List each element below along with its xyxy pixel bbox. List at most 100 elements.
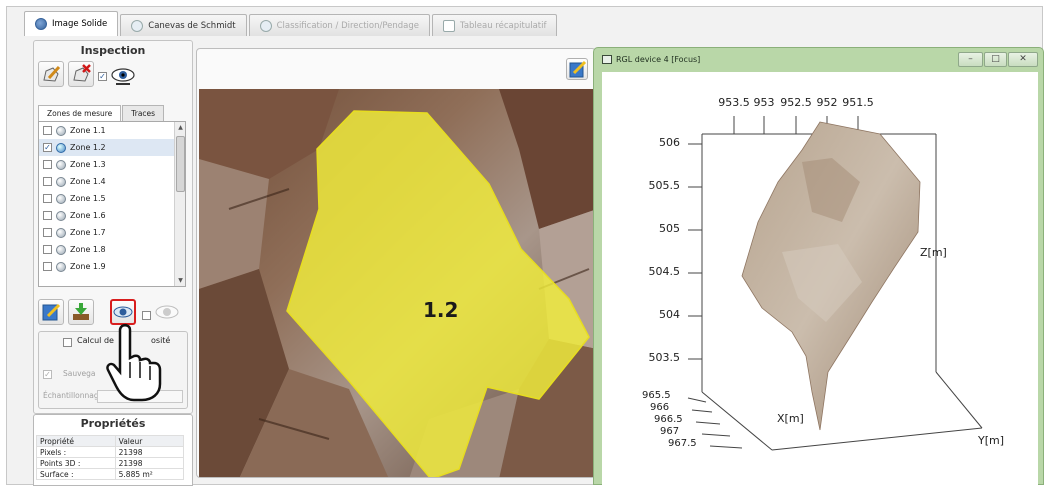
zone-list-item[interactable]: ✓ Zone 1.2 (39, 139, 185, 156)
zone-icon (56, 193, 66, 204)
x-tick-label: 952 (816, 96, 838, 109)
tab-tableau-recapitulatif[interactable]: Tableau récapitulatif (432, 14, 558, 36)
rgl-titlebar[interactable]: RGL device 4 [Focus] – □ ✕ (594, 48, 1043, 72)
zone-list-item[interactable]: Zone 1.7 (39, 224, 185, 241)
scroll-down-icon[interactable]: ▼ (175, 275, 185, 286)
properties-title: Propriétés (80, 417, 146, 430)
save-checkbox[interactable]: ✓ (43, 370, 52, 379)
zone-label: Zone 1.4 (70, 177, 106, 186)
tab-label: Image Solide (52, 19, 108, 29)
zone-label: Zone 1.2 (70, 143, 106, 152)
tab-image-solide[interactable]: Image Solide (24, 11, 119, 36)
scroll-thumb[interactable] (176, 136, 185, 192)
rgl-3d-view[interactable]: 953.5 953 952.5 952 951.5 506 505.5 505 504.5 50… (602, 72, 1038, 486)
prop-name: Surface : (36, 468, 116, 480)
prop-name: Pixels : (36, 446, 116, 458)
zone-list-item[interactable]: Zone 1.6 (39, 207, 185, 224)
edit-image-button[interactable] (566, 58, 588, 80)
zone-label: Zone 1.7 (70, 228, 106, 237)
subtab-traces[interactable]: Traces (122, 105, 165, 121)
add-zone-button[interactable] (38, 61, 64, 87)
table-icon (443, 19, 456, 32)
subtab-zones-mesure[interactable]: Zones de mesure (38, 105, 122, 121)
edit-pencil-icon (569, 60, 587, 78)
zone-checkbox[interactable] (43, 228, 52, 237)
x-axis-label: X[m] (777, 412, 804, 425)
scroll-up-icon[interactable]: ▲ (175, 122, 185, 133)
tab-label: Canevas de Schmidt (148, 20, 236, 31)
globe-icon (259, 19, 272, 32)
tab-classification[interactable]: Classification / Direction/Pendage (248, 14, 431, 36)
properties-table: Propriété Valeur Pixels :21398 Points 3D … (36, 435, 185, 480)
zone-icon (56, 261, 66, 272)
zone-checkbox[interactable] (43, 177, 52, 186)
prop-value: 21398 (114, 457, 185, 469)
close-button[interactable]: ✕ (1008, 52, 1038, 67)
front-tick-label: 967.5 (668, 438, 697, 449)
front-tick-label: 967 (660, 426, 680, 437)
polygon-delete-icon (73, 64, 91, 82)
col-header: Valeur (114, 435, 185, 447)
calc-checkbox[interactable] (63, 338, 72, 347)
zone-icon (56, 142, 66, 153)
zone-label: Zone 1.5 (70, 194, 106, 203)
eye-icon[interactable] (110, 63, 136, 90)
zone-list-item[interactable]: Zone 1.4 (39, 173, 185, 190)
zone-list-scrollbar[interactable]: ▲ ▼ (174, 122, 185, 286)
globe-icon (131, 19, 144, 32)
front-tick-label: 966 (650, 402, 670, 413)
tab-canevas-schmidt[interactable]: Canevas de Schmidt (120, 14, 247, 36)
polygon-pencil-icon (43, 65, 61, 82)
rgl-window: RGL device 4 [Focus] – □ ✕ 953.5 953 952… (593, 47, 1044, 486)
zone-subtabs: Zones de mesure Traces (38, 105, 165, 121)
zone-checkbox[interactable] (43, 160, 52, 169)
x-tick-label: 951.5 (842, 96, 874, 109)
prop-value: 21398 (114, 446, 185, 458)
zone-list-item[interactable]: Zone 1.3 (39, 156, 185, 173)
tab-label: Tableau récapitulatif (460, 20, 547, 31)
save-label: Sauvega (63, 369, 96, 378)
zone-checkbox[interactable] (43, 262, 52, 271)
zone-icon (56, 244, 66, 255)
front-tick-label: 966.5 (654, 414, 683, 425)
zone-label: Zone 1.3 (70, 160, 106, 169)
maximize-button[interactable]: □ (984, 52, 1007, 67)
zone-checkbox[interactable] (43, 211, 52, 220)
z-axis-label: Z[m] (920, 246, 947, 259)
minimize-button[interactable]: – (958, 52, 983, 67)
zone-checkbox[interactable] (43, 245, 52, 254)
zone-label: Zone 1.1 (70, 126, 106, 135)
window-icon (602, 55, 612, 64)
zone-label: Zone 1.6 (70, 211, 106, 220)
zone-label: Zone 1.8 (70, 245, 106, 254)
zone-checkbox[interactable]: ✓ (43, 143, 52, 152)
main-tabs: Image Solide Canevas de Schmidt Classifi… (24, 10, 559, 36)
export-button[interactable] (68, 299, 94, 325)
zone-label: Zone 1.9 (70, 262, 106, 271)
x-tick-label: 953.5 (718, 96, 750, 109)
x-tick-label: 953 (753, 96, 775, 109)
rock-photo[interactable]: 1.2 (199, 89, 595, 477)
edit-button[interactable] (38, 299, 64, 325)
zone-checkbox[interactable] (43, 194, 52, 203)
col-header: Propriété (36, 435, 116, 447)
zone-checkbox[interactable] (43, 126, 52, 135)
view-checkbox[interactable] (142, 311, 151, 320)
zone-label: 1.2 (423, 298, 459, 322)
left-panel: Inspection ✓ Zones de mesure Traces Zone… (33, 40, 193, 486)
zone-list: Zone 1.1 ✓ Zone 1.2 Zone 1.3 Zone 1.4 Zone 1.… (38, 121, 186, 287)
y-axis-label: Y[m] (978, 434, 1005, 447)
delete-zone-button[interactable] (68, 61, 94, 87)
zone-list-item[interactable]: Zone 1.8 (39, 241, 185, 258)
show-zones-checkbox[interactable]: ✓ (98, 72, 107, 81)
zone-list-item[interactable]: Zone 1.9 (39, 258, 185, 275)
tab-label: Classification / Direction/Pendage (276, 20, 420, 31)
pin-icon (35, 18, 47, 30)
zone-list-item[interactable]: Zone 1.5 (39, 190, 185, 207)
zone-icon (56, 210, 66, 221)
x-tick-label: 952.5 (780, 96, 812, 109)
zone-list-item[interactable]: Zone 1.1 (39, 122, 185, 139)
rgl-title: RGL device 4 [Focus] (616, 55, 701, 64)
image-panel: 1.2 (196, 48, 596, 478)
prop-value: 5.885 m² (114, 468, 185, 480)
